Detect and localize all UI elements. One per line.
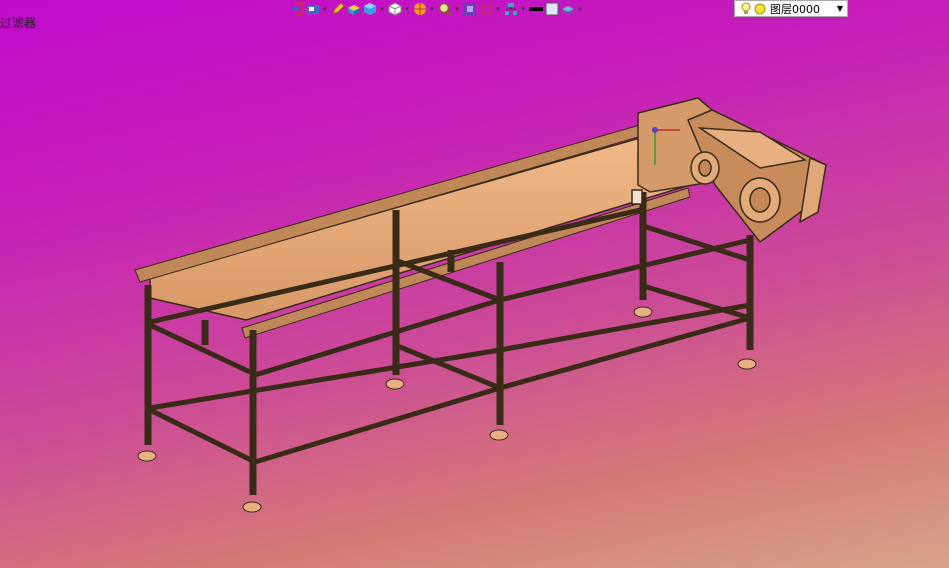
feet xyxy=(137,306,757,513)
3d-viewport[interactable] xyxy=(0,0,949,568)
conveyor-model xyxy=(134,97,827,513)
conveyor-belt xyxy=(149,137,691,321)
drive-head xyxy=(631,97,827,244)
